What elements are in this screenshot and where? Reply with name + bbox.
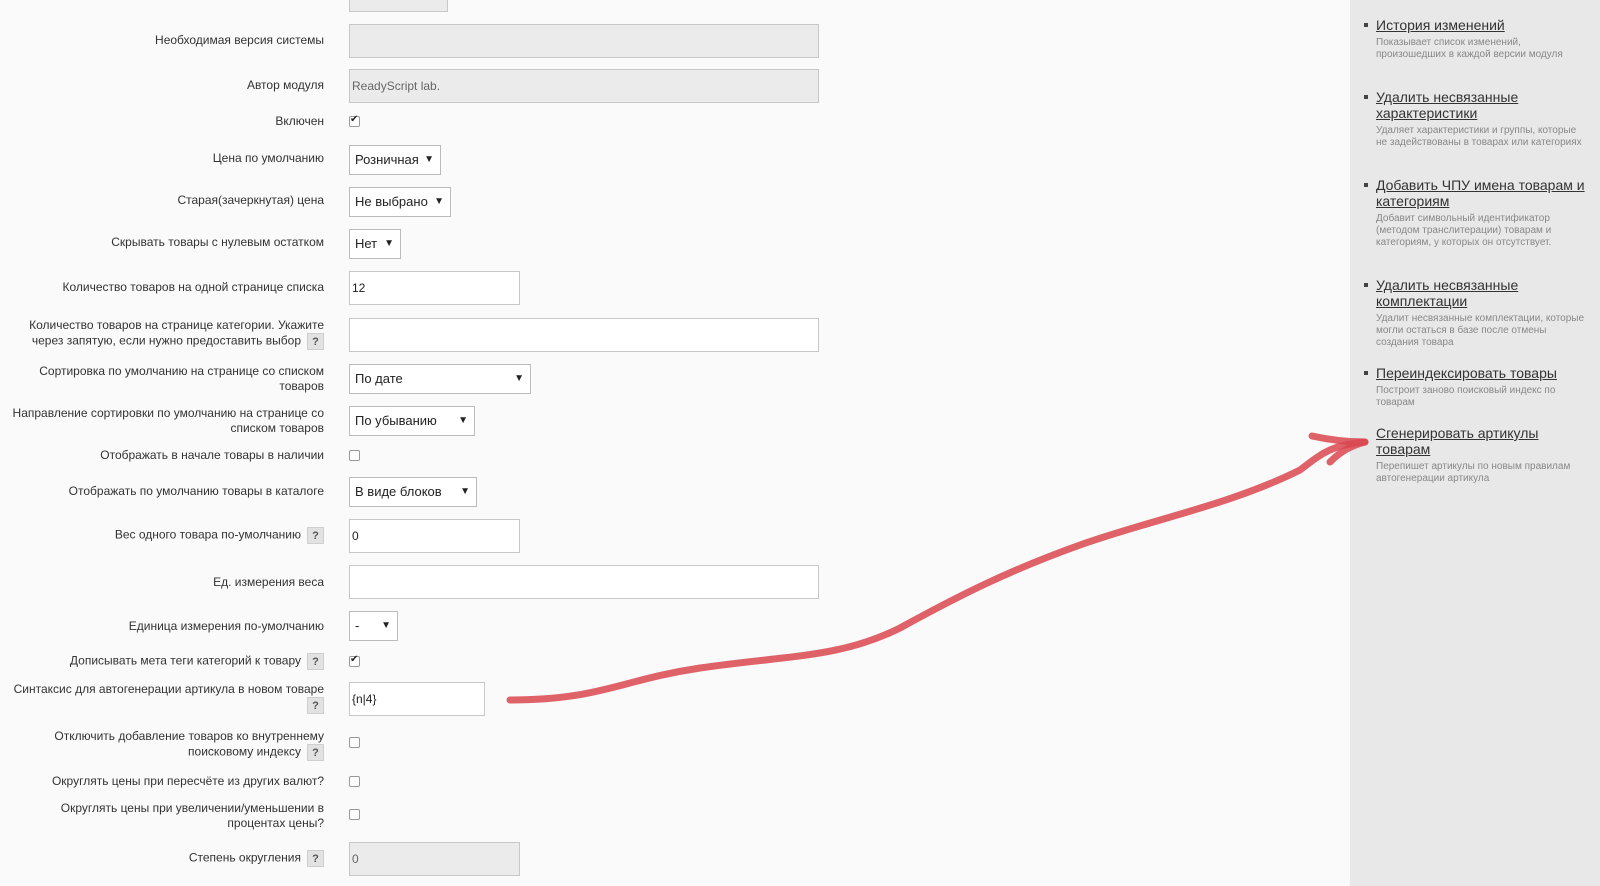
author-field[interactable]: ReadyScript lab. (349, 69, 819, 103)
generate-articles-link[interactable]: Сгенерировать артикулы товарам (1376, 425, 1588, 457)
sidebar-item-reindex: Переиндексировать товары Построит заново… (1364, 365, 1588, 409)
chevron-down-icon: ▼ (514, 373, 524, 384)
round-percent-label: Округлять цены при увеличении/уменьшении… (60, 801, 324, 830)
round-currency-label: Округлять цены при пересчёте из других в… (51, 774, 324, 788)
sidebar-item-delete-offers: Удалить несвязанные комплектации Удалит … (1364, 277, 1588, 349)
reindex-desc: Построит заново поисковый индекс по това… (1376, 385, 1556, 408)
sort-direction-value: По убыванию (355, 413, 437, 428)
delete-properties-desc: Удаляет характеристики и группы, которые… (1376, 125, 1582, 148)
sidebar-item-changelog: История изменений Показывает список изме… (1364, 17, 1588, 61)
article-syntax-text: Синтаксис для автогенерации артикула в н… (13, 682, 324, 696)
hide-zero-select[interactable]: Нет ▼ (349, 229, 401, 259)
default-price-value: Розничная (355, 152, 419, 167)
weight-unit-input[interactable] (349, 565, 819, 599)
round-degree-label: Степень округления? (4, 850, 324, 867)
delete-properties-link[interactable]: Удалить несвязанные характеристики (1376, 89, 1588, 121)
default-sort-value: По дате (355, 371, 403, 386)
chevron-down-icon: ▼ (384, 238, 394, 249)
changelog-link[interactable]: История изменений (1376, 17, 1588, 33)
settings-form: Необходимая версия системы Автор модуля … (0, 0, 1350, 886)
sort-direction-label: Направление сортировки по умолчанию на с… (12, 406, 324, 435)
bullet (1364, 283, 1368, 287)
default-sort-select[interactable]: По дате ▼ (349, 364, 531, 394)
per-page-category-input[interactable] (349, 318, 819, 352)
delete-offers-link[interactable]: Удалить несвязанные комплектации (1376, 277, 1588, 309)
per-page-input[interactable]: 12 (349, 271, 520, 305)
hide-zero-label: Скрывать товары с нулевым остатком (111, 235, 324, 249)
tools-sidebar: История изменений Показывает список изме… (1350, 0, 1600, 886)
default-price-label: Цена по умолчанию (212, 151, 324, 165)
catalog-view-value: В виде блоков (355, 484, 442, 499)
sort-direction-select[interactable]: По убыванию ▼ (349, 406, 475, 436)
system-version-label: Необходимая версия системы (155, 33, 324, 47)
default-unit-label: Единица измерения по-умолчанию (128, 619, 324, 633)
per-page-label: Количество товаров на одной странице спи… (62, 280, 324, 294)
bullet (1364, 183, 1368, 187)
bullet (1364, 23, 1368, 27)
in-stock-first-label: Отображать в начале товары в наличии (100, 448, 324, 462)
changelog-desc: Показывает список изменений, произошедши… (1376, 37, 1563, 60)
help-icon[interactable]: ? (307, 850, 324, 867)
meta-tags-text: Дописывать мета теги категорий к товару (69, 653, 301, 668)
catalog-view-label: Отображать по умолчанию товары в каталог… (68, 484, 324, 498)
generate-articles-desc: Перепишет артикулы по новым правилам авт… (1376, 461, 1571, 484)
weight-unit-label: Ед. измерения веса (213, 575, 324, 589)
reindex-link[interactable]: Переиндексировать товары (1376, 365, 1588, 381)
add-slugs-desc: Добавит символьный идентификатор (методо… (1376, 213, 1552, 248)
chevron-down-icon: ▼ (381, 620, 391, 631)
system-version-field[interactable] (349, 24, 819, 58)
help-icon[interactable]: ? (307, 697, 324, 714)
help-icon[interactable]: ? (307, 333, 324, 350)
round-currency-checkbox[interactable] (349, 776, 360, 787)
help-icon[interactable]: ? (307, 527, 324, 544)
meta-tags-label: Дописывать мета теги категорий к товару? (4, 653, 324, 670)
default-unit-select[interactable]: - ▼ (349, 611, 398, 641)
help-icon[interactable]: ? (307, 653, 324, 670)
default-weight-label: Вес одного товара по-умолчанию? (4, 527, 324, 544)
sidebar-item-generate-articles: Сгенерировать артикулы товарам Перепишет… (1376, 425, 1588, 485)
bullet (1364, 95, 1368, 99)
default-weight-input[interactable]: 0 (349, 519, 520, 553)
disable-index-label: Отключить добавление товаров ко внутренн… (4, 729, 324, 761)
round-degree-text: Степень округления (188, 850, 301, 865)
default-weight-text: Вес одного товара по-умолчанию (114, 527, 301, 542)
enabled-label: Включен (275, 114, 324, 128)
sidebar-item-delete-properties: Удалить несвязанные характеристики Удаля… (1364, 89, 1588, 149)
default-sort-label: Сортировка по умолчанию на странице со с… (39, 364, 324, 393)
old-price-select[interactable]: Не выбрано ▼ (349, 187, 451, 217)
help-icon[interactable]: ? (307, 744, 324, 761)
chevron-down-icon: ▼ (458, 415, 468, 426)
chevron-down-icon: ▼ (460, 486, 470, 497)
add-slugs-link[interactable]: Добавить ЧПУ имена товарам и категориям (1376, 177, 1588, 209)
old-price-label: Старая(зачеркнутая) цена (177, 193, 324, 207)
cropped-top-field[interactable] (349, 0, 448, 12)
chevron-down-icon: ▼ (424, 154, 434, 165)
disable-index-text: Отключить добавление товаров ко внутренн… (54, 729, 324, 759)
per-page-category-label: Количество товаров на странице категории… (4, 318, 324, 350)
in-stock-first-checkbox[interactable] (349, 450, 360, 461)
old-price-value: Не выбрано (355, 194, 428, 209)
article-syntax-input[interactable]: {n|4} (349, 682, 485, 716)
disable-index-checkbox[interactable] (349, 737, 360, 748)
default-price-select[interactable]: Розничная ▼ (349, 145, 441, 175)
author-label: Автор модуля (246, 78, 324, 92)
bullet (1364, 371, 1368, 375)
catalog-view-select[interactable]: В виде блоков ▼ (349, 477, 477, 507)
round-degree-input[interactable]: 0 (349, 842, 520, 876)
enabled-checkbox[interactable] (349, 114, 360, 127)
default-unit-value: - (355, 618, 360, 633)
meta-tags-checkbox[interactable] (349, 654, 360, 667)
hide-zero-value: Нет (355, 236, 378, 251)
per-page-category-text: Количество товаров на странице категории… (29, 318, 324, 348)
round-percent-checkbox[interactable] (349, 809, 360, 820)
delete-offers-desc: Удалит несвязанные комплектации, которые… (1376, 313, 1585, 348)
chevron-down-icon: ▼ (434, 196, 444, 207)
article-syntax-label: Синтаксис для автогенерации артикула в н… (4, 682, 324, 714)
sidebar-item-add-slugs: Добавить ЧПУ имена товарам и категориям … (1364, 177, 1588, 249)
